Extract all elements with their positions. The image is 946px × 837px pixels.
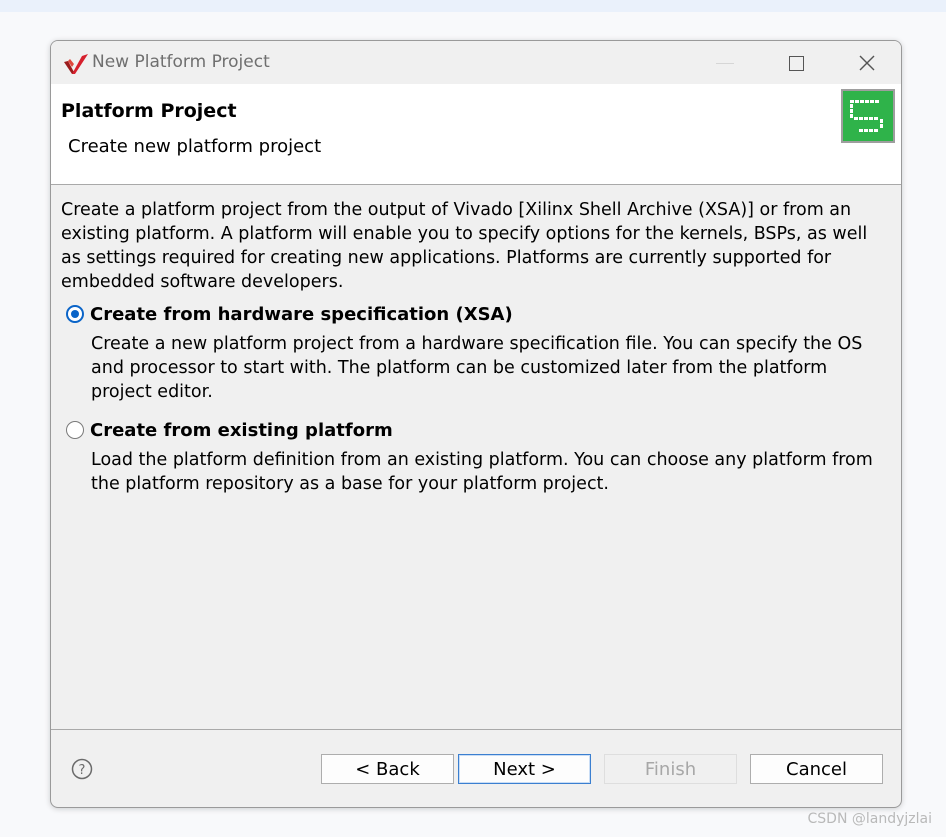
maximize-icon xyxy=(788,55,804,71)
option-hardware-spec: Create from hardware specification (XSA)… xyxy=(61,302,887,404)
radio-row-existing-platform[interactable]: Create from existing platform xyxy=(61,418,887,442)
help-icon[interactable]: ? xyxy=(71,758,93,780)
title-bar[interactable]: New Platform Project xyxy=(51,41,901,84)
browser-top-strip xyxy=(0,0,946,12)
close-icon xyxy=(859,55,875,71)
finish-button[interactable]: Finish xyxy=(604,754,737,784)
next-button[interactable]: Next > xyxy=(458,754,591,784)
option-label-existing-platform[interactable]: Create from existing platform xyxy=(90,420,393,441)
option-desc-hardware-spec: Create a new platform project from a har… xyxy=(91,334,863,402)
svg-text:?: ? xyxy=(79,763,86,778)
wizard-content: Create a platform project from the outpu… xyxy=(61,198,887,496)
option-label-hardware-spec[interactable]: Create from hardware specification (XSA) xyxy=(90,304,513,325)
option-existing-platform: Create from existing platform Load the p… xyxy=(61,418,887,496)
radio-hardware-spec[interactable] xyxy=(66,305,84,323)
footer-divider xyxy=(51,729,901,730)
platform-wizard-icon xyxy=(841,89,895,143)
wizard-header: Platform Project Create new platform pro… xyxy=(51,84,901,185)
watermark-text: CSDN @landyjzlai xyxy=(807,811,932,827)
radio-existing-platform[interactable] xyxy=(66,421,84,439)
page-subtitle: Create new platform project xyxy=(68,136,322,157)
page-title: Platform Project xyxy=(61,100,237,122)
vitis-logo-icon xyxy=(64,54,88,74)
maximize-button[interactable] xyxy=(773,47,819,79)
cancel-button[interactable]: Cancel xyxy=(750,754,883,784)
option-desc-existing-platform: Load the platform definition from an exi… xyxy=(91,450,873,494)
back-button[interactable]: < Back xyxy=(321,754,454,784)
minimize-button[interactable] xyxy=(702,47,748,79)
window-title: New Platform Project xyxy=(92,52,270,72)
project-description: Create a platform project from the outpu… xyxy=(61,200,868,292)
radio-row-hardware-spec[interactable]: Create from hardware specification (XSA) xyxy=(61,302,887,326)
close-button[interactable] xyxy=(844,47,890,79)
new-platform-project-dialog: New Platform Project Platform Project Cr… xyxy=(50,40,902,808)
minimize-icon xyxy=(716,62,734,64)
